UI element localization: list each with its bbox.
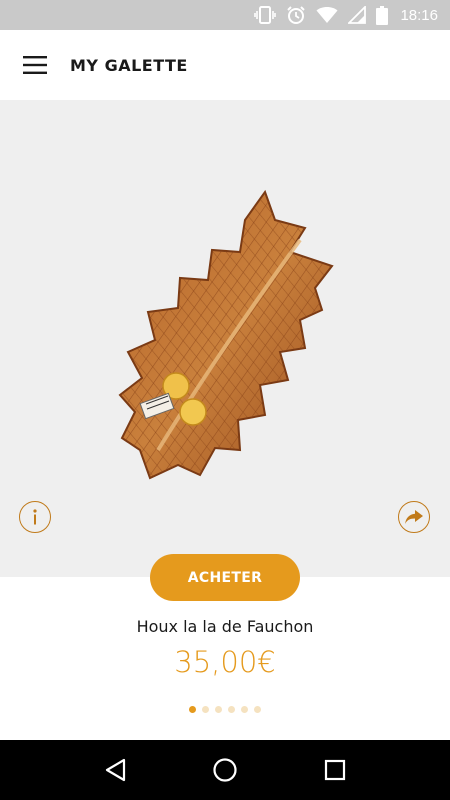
recents-icon — [324, 759, 346, 781]
info-icon — [33, 509, 37, 525]
page-title: MY GALETTE — [70, 55, 188, 75]
app-bar: MY GALETTE — [0, 30, 450, 100]
back-icon — [105, 758, 126, 782]
status-bar: 18:16 — [0, 0, 450, 30]
pager-dot[interactable] — [189, 706, 196, 713]
product-name: Houx la la de Fauchon — [136, 617, 314, 636]
menu-button[interactable] — [0, 30, 70, 100]
info-button[interactable] — [19, 501, 51, 533]
share-icon — [405, 510, 423, 524]
product-price: 35,00€ — [174, 645, 276, 679]
back-button[interactable] — [90, 745, 140, 795]
pager-dot[interactable] — [215, 706, 222, 713]
buy-button[interactable]: ACHETER — [150, 554, 300, 601]
pager-dot[interactable] — [228, 706, 235, 713]
wifi-icon — [316, 7, 338, 23]
battery-icon — [376, 5, 389, 25]
alarm-icon — [287, 6, 306, 24]
home-icon — [213, 758, 237, 782]
product-image[interactable] — [100, 180, 360, 490]
home-button[interactable] — [200, 745, 250, 795]
signal-icon — [348, 6, 367, 24]
recents-button[interactable] — [310, 745, 360, 795]
product-hero — [0, 100, 450, 577]
pager-dots — [0, 706, 450, 713]
pager-dot[interactable] — [241, 706, 248, 713]
system-nav-bar — [0, 740, 450, 800]
vibrate-icon — [254, 6, 277, 24]
pager-dot[interactable] — [254, 706, 261, 713]
hamburger-menu-icon — [23, 56, 47, 74]
pager-dot[interactable] — [202, 706, 209, 713]
status-time: 18:16 — [400, 6, 438, 24]
share-button[interactable] — [398, 501, 430, 533]
